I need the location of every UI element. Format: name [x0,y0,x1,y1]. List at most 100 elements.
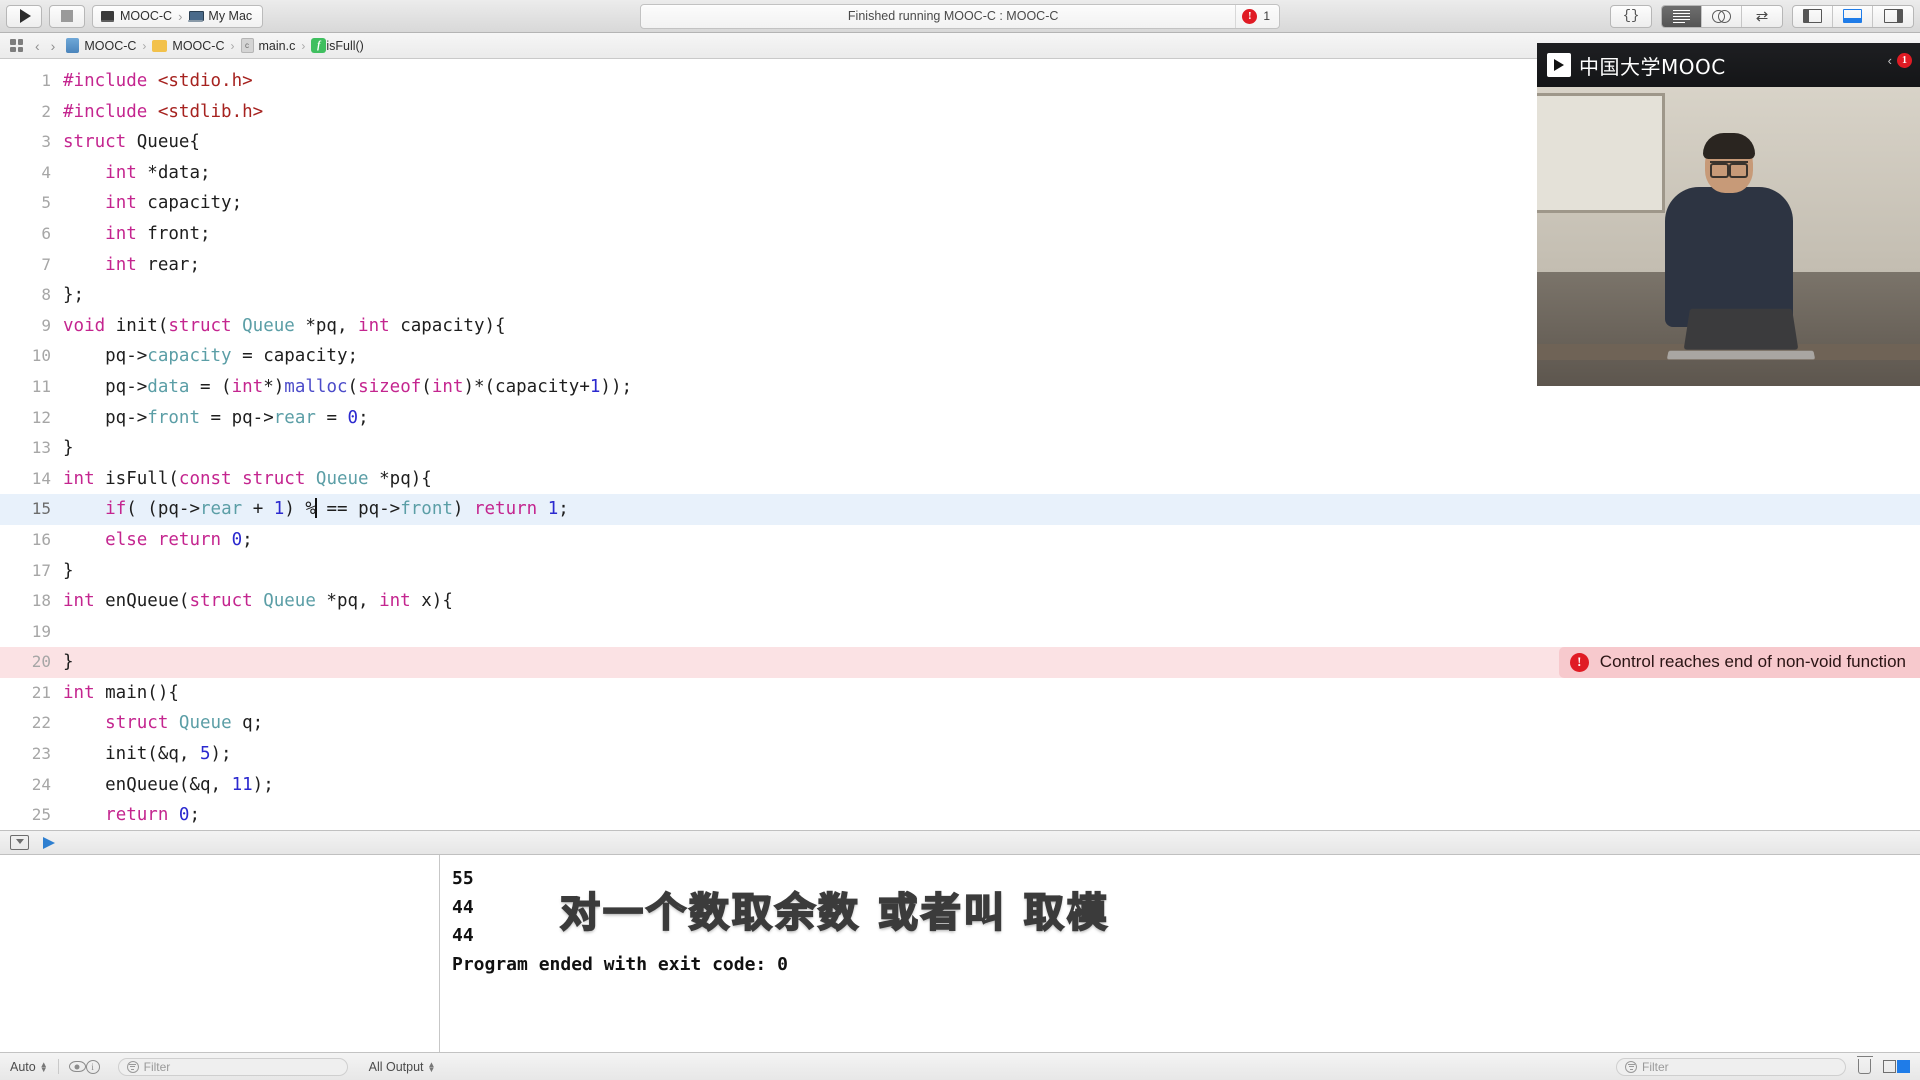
output-scope-selector[interactable]: All Output ▲ ▼ [369,1060,436,1074]
filter-icon [126,1060,139,1073]
code-line[interactable]: 15 if( (pq->rear + 1) % == pq->front) re… [0,494,1920,525]
lecturer-hair [1703,133,1755,159]
info-icon[interactable]: i [85,1059,100,1074]
project-icon [66,38,80,53]
stop-button[interactable] [49,4,85,28]
console-output[interactable]: 55 44 44 Program ended with exit code: 0 对一个… [440,855,1920,1052]
scheme-name: MOOC-C [120,9,173,23]
breadcrumb-separator-icon: › [301,38,306,53]
variables-view[interactable] [0,855,440,1052]
breadcrumb-item-folder[interactable]: MOOC-C [152,39,225,53]
code-text[interactable]: int enQueue(struct Queue *pq, int x){ [63,586,1920,617]
line-number: 10 [31,346,51,366]
code-line[interactable]: 14 int isFull(const struct Queue *pq){ [0,464,1920,495]
related-items-icon[interactable] [10,39,23,52]
code-line[interactable]: 25 return 0; [0,800,1920,830]
variables-filter-input[interactable]: Filter [117,1057,348,1076]
code-line[interactable]: 13} [0,433,1920,464]
code-text[interactable]: if( (pq->rear + 1) % == pq->front) retur… [63,494,1920,525]
xcode-window: MOOC-C › My Mac Finished running MOOC-C … [0,0,1920,1080]
continue-icon[interactable] [43,836,55,849]
code-text[interactable]: return 0; [63,800,1920,830]
code-text[interactable]: int isFull(const struct Queue *pq){ [63,464,1920,495]
main-toolbar: MOOC-C › My Mac Finished running MOOC-C … [0,0,1920,33]
toggle-debug-area-button[interactable] [1833,5,1873,27]
code-text[interactable]: else return 0; [63,525,1920,556]
code-line[interactable]: 23 init(&q, 5); [0,739,1920,770]
code-text[interactable]: pq->front = pq->rear = 0; [63,403,1920,434]
navigator-panel-icon [1803,9,1822,23]
toggle-navigator-button[interactable] [1793,5,1833,27]
version-editor-icon: ⇄ [1755,7,1769,25]
mooc-video-overlay[interactable]: 中国大学MOOC ‹ 1 [1537,43,1920,386]
inline-error-banner[interactable]: ! Control reaches end of non-void functio… [1558,647,1920,678]
mooc-overlay-controls[interactable]: ‹ 1 [1888,53,1912,68]
issue-count: 1 [1263,9,1270,23]
code-text[interactable]: init(&q, 5); [63,739,1920,770]
video-whiteboard [1537,93,1665,213]
code-text[interactable]: int main(){ [63,678,1920,709]
auto-scope-selector[interactable]: Auto ▲ ▼ [10,1060,48,1074]
code-text[interactable]: } [63,556,1920,587]
lecturer-body [1665,187,1793,327]
line-number: 5 [41,193,51,213]
lecture-video-frame[interactable] [1537,87,1920,386]
standard-editor-button[interactable] [1662,5,1702,27]
collapse-icon[interactable]: ‹ [1888,53,1892,68]
breadcrumb-label: isFull() [326,38,364,53]
clear-console-icon[interactable] [1856,1056,1873,1074]
line-number: 12 [31,407,51,427]
stop-icon [61,10,73,22]
version-editor-button[interactable]: ⇄ [1742,6,1782,27]
code-line[interactable]: 19 [0,617,1920,648]
function-icon: f [311,38,327,53]
debug-status-bar: Auto ▲ ▼ i Filter All Output ▲ ▼ Filter [0,1052,1920,1080]
breadcrumb-label: MOOC-C [84,38,137,53]
code-text[interactable]: struct Queue q; [63,708,1920,739]
code-text[interactable]: enQueue(&q, 11); [63,770,1920,801]
code-snippet-button[interactable]: {} [1611,6,1651,27]
auto-label: Auto [10,1059,36,1074]
code-line[interactable]: 21 int main(){ [0,678,1920,709]
console-split-toggle[interactable] [1883,1060,1910,1073]
my-mac-icon [188,10,205,22]
scheme-selector[interactable]: MOOC-C › My Mac [92,4,264,28]
back-button[interactable]: ‹ [35,38,40,54]
code-line[interactable]: 12 pq->front = pq->rear = 0; [0,403,1920,434]
run-button[interactable] [6,4,42,28]
mooc-header: 中国大学MOOC ‹ 1 [1537,43,1920,87]
forward-button[interactable]: › [51,38,56,54]
breadcrumb-item-file[interactable]: c main.c [240,38,296,53]
code-line[interactable]: 22 struct Queue q; [0,708,1920,739]
error-icon: ! [1242,8,1258,24]
issue-indicator[interactable]: ! 1 [1235,4,1279,28]
breadcrumb-label: main.c [258,38,296,53]
code-line[interactable]: 18 int enQueue(struct Queue *pq, int x){ [0,586,1920,617]
assistant-editor-icon [1711,9,1732,23]
line-number: 3 [41,132,51,152]
code-line[interactable]: 17} [0,556,1920,587]
divider [57,1059,59,1074]
breadcrumb-separator-icon: › [230,38,235,53]
code-line[interactable]: 16 else return 0; [0,525,1920,556]
assistant-editor-button[interactable] [1702,5,1742,27]
breadcrumb-item-function[interactable]: f isFull() [311,38,364,53]
panel-toggle-group [1792,4,1914,28]
console-filter-input[interactable]: Filter [1616,1057,1846,1076]
eye-icon[interactable] [68,1061,86,1072]
play-icon [20,9,31,23]
library-group: {} [1610,4,1652,28]
hide-debug-area-icon[interactable] [10,835,29,850]
line-number: 14 [31,468,51,488]
code-text[interactable]: } [63,433,1920,464]
breadcrumb-item-project[interactable]: MOOC-C [66,38,136,53]
code-line[interactable]: 24 enQueue(&q, 11); [0,770,1920,801]
line-number: 6 [41,223,51,243]
chevron-right-icon: › [178,8,183,24]
toggle-utilities-button[interactable] [1873,6,1913,27]
code-line[interactable]: 20}! Control reaches end of non-void func… [0,647,1920,678]
error-icon: ! [1569,653,1589,673]
lecturer-glasses [1710,161,1748,178]
app-icon [101,10,114,22]
line-number: 16 [31,529,51,549]
